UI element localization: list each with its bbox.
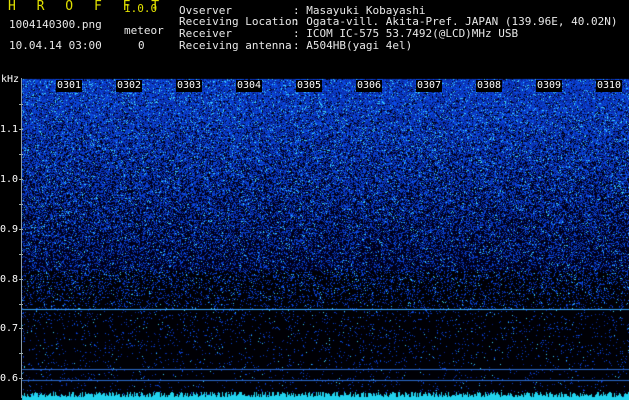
- y-tick-mark: [19, 129, 23, 130]
- y-axis: [21, 78, 22, 398]
- hrofft-window: H R O F F T 1.0.0 1004140300.png meteor …: [0, 0, 629, 400]
- y-tick-mark: [19, 378, 23, 379]
- y-tick-label: 0.7: [0, 323, 19, 334]
- y-tick-mark: [19, 154, 23, 155]
- y-tick-label: 0.9: [0, 224, 19, 235]
- x-tick-label: 0303: [176, 80, 203, 92]
- x-tick-label: 0301: [56, 80, 83, 92]
- spectrogram-canvas: [0, 0, 629, 400]
- file-name: 1004140300.png: [9, 18, 102, 31]
- app-version: 1.0.0: [124, 2, 158, 15]
- y-tick-mark: [19, 104, 23, 105]
- x-tick-label: 0304: [236, 80, 263, 92]
- meteor-label: meteor: [124, 24, 164, 37]
- y-tick-label: 1.0: [0, 174, 19, 185]
- x-tick-label: 0310: [596, 80, 623, 92]
- y-tick-label: 0.8: [0, 274, 19, 285]
- y-tick-mark: [19, 353, 23, 354]
- y-tick-mark: [19, 328, 23, 329]
- x-tick-label: 0306: [356, 80, 383, 92]
- x-tick-label: 0305: [296, 80, 323, 92]
- y-tick-label: 0.6: [0, 373, 19, 384]
- y-tick-mark: [19, 304, 23, 305]
- antenna-value: : A504HB(yagi 4el): [293, 39, 413, 52]
- antenna-key: Receiving antenna: [179, 39, 292, 52]
- x-tick-label: 0308: [476, 80, 503, 92]
- y-tick-mark: [19, 204, 23, 205]
- y-tick-label: 1.1: [0, 124, 19, 135]
- x-tick-label: 0307: [416, 80, 443, 92]
- x-tick-label: 0309: [536, 80, 563, 92]
- y-unit-label: kHz: [1, 74, 20, 85]
- meteor-count: 0: [138, 39, 145, 52]
- x-tick-label: 0302: [116, 80, 143, 92]
- y-tick-mark: [19, 254, 23, 255]
- datetime: 10.04.14 03:00: [9, 39, 102, 52]
- y-tick-mark: [19, 229, 23, 230]
- y-tick-mark: [19, 179, 23, 180]
- y-tick-mark: [19, 279, 23, 280]
